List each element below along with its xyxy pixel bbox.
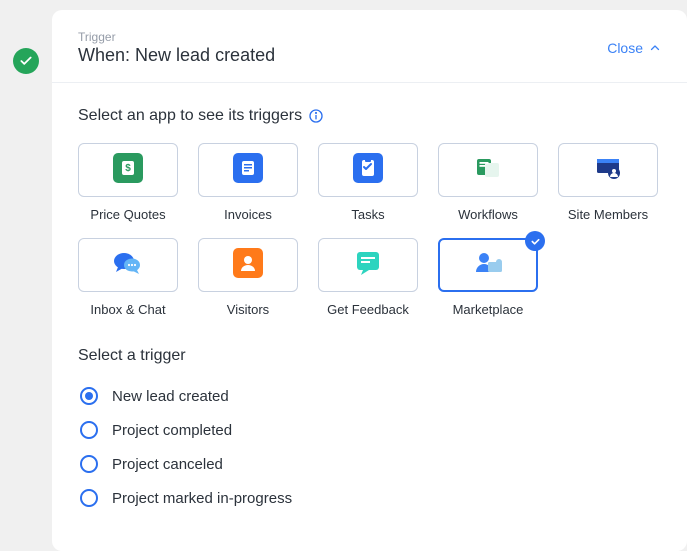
site-members-icon	[591, 153, 625, 188]
trigger-project-marked-in-progress[interactable]: Project marked in-progress	[80, 489, 661, 507]
panel-subtitle: Trigger	[78, 30, 275, 44]
invoices-icon	[233, 153, 263, 188]
select-app-title: Select an app to see its triggers	[78, 107, 302, 125]
panel-title: When: New lead created	[78, 45, 275, 66]
selected-badge	[525, 231, 545, 251]
trigger-new-lead-created[interactable]: New lead created	[80, 387, 661, 405]
get-feedback-icon	[353, 248, 383, 283]
app-label: Invoices	[224, 207, 272, 222]
app-label: Site Members	[568, 207, 648, 222]
radio-icon	[80, 489, 98, 507]
app-get-feedback[interactable]: Get Feedback	[318, 238, 418, 317]
trigger-project-canceled[interactable]: Project canceled	[80, 455, 661, 473]
app-invoices[interactable]: Invoices	[198, 143, 298, 222]
app-label: Marketplace	[453, 302, 524, 317]
price-quotes-icon: $	[113, 153, 143, 188]
app-visitors[interactable]: Visitors	[198, 238, 298, 317]
app-inbox-chat[interactable]: Inbox & Chat	[78, 238, 178, 317]
svg-text:$: $	[125, 163, 131, 174]
trigger-label: Project canceled	[112, 456, 223, 473]
trigger-label: Project marked in-progress	[112, 490, 292, 507]
radio-icon	[80, 387, 98, 405]
app-tasks[interactable]: Tasks	[318, 143, 418, 222]
app-label: Inbox & Chat	[90, 302, 165, 317]
app-price-quotes[interactable]: $ Price Quotes	[78, 143, 178, 222]
trigger-label: New lead created	[112, 388, 229, 405]
radio-icon	[80, 421, 98, 439]
step-complete-badge	[13, 48, 39, 74]
close-label: Close	[607, 40, 643, 56]
visitors-icon	[233, 248, 263, 283]
app-label: Visitors	[227, 302, 269, 317]
inbox-chat-icon	[111, 248, 145, 283]
workflows-icon	[473, 153, 503, 188]
trigger-panel: Trigger When: New lead created Close Sel…	[52, 10, 687, 551]
app-site-members[interactable]: Site Members	[558, 143, 658, 222]
check-icon	[19, 54, 33, 68]
close-button[interactable]: Close	[607, 30, 661, 56]
trigger-project-completed[interactable]: Project completed	[80, 421, 661, 439]
app-label: Workflows	[458, 207, 518, 222]
radio-icon	[80, 455, 98, 473]
app-label: Tasks	[351, 207, 384, 222]
tasks-icon	[353, 153, 383, 188]
app-label: Price Quotes	[90, 207, 165, 222]
app-workflows[interactable]: Workflows	[438, 143, 538, 222]
info-icon[interactable]	[308, 108, 324, 124]
chevron-up-icon	[649, 42, 661, 54]
check-icon	[530, 236, 541, 247]
marketplace-icon	[470, 248, 506, 283]
select-trigger-title: Select a trigger	[78, 347, 661, 365]
app-label: Get Feedback	[327, 302, 409, 317]
trigger-label: Project completed	[112, 422, 232, 439]
app-marketplace[interactable]: Marketplace	[438, 238, 538, 317]
